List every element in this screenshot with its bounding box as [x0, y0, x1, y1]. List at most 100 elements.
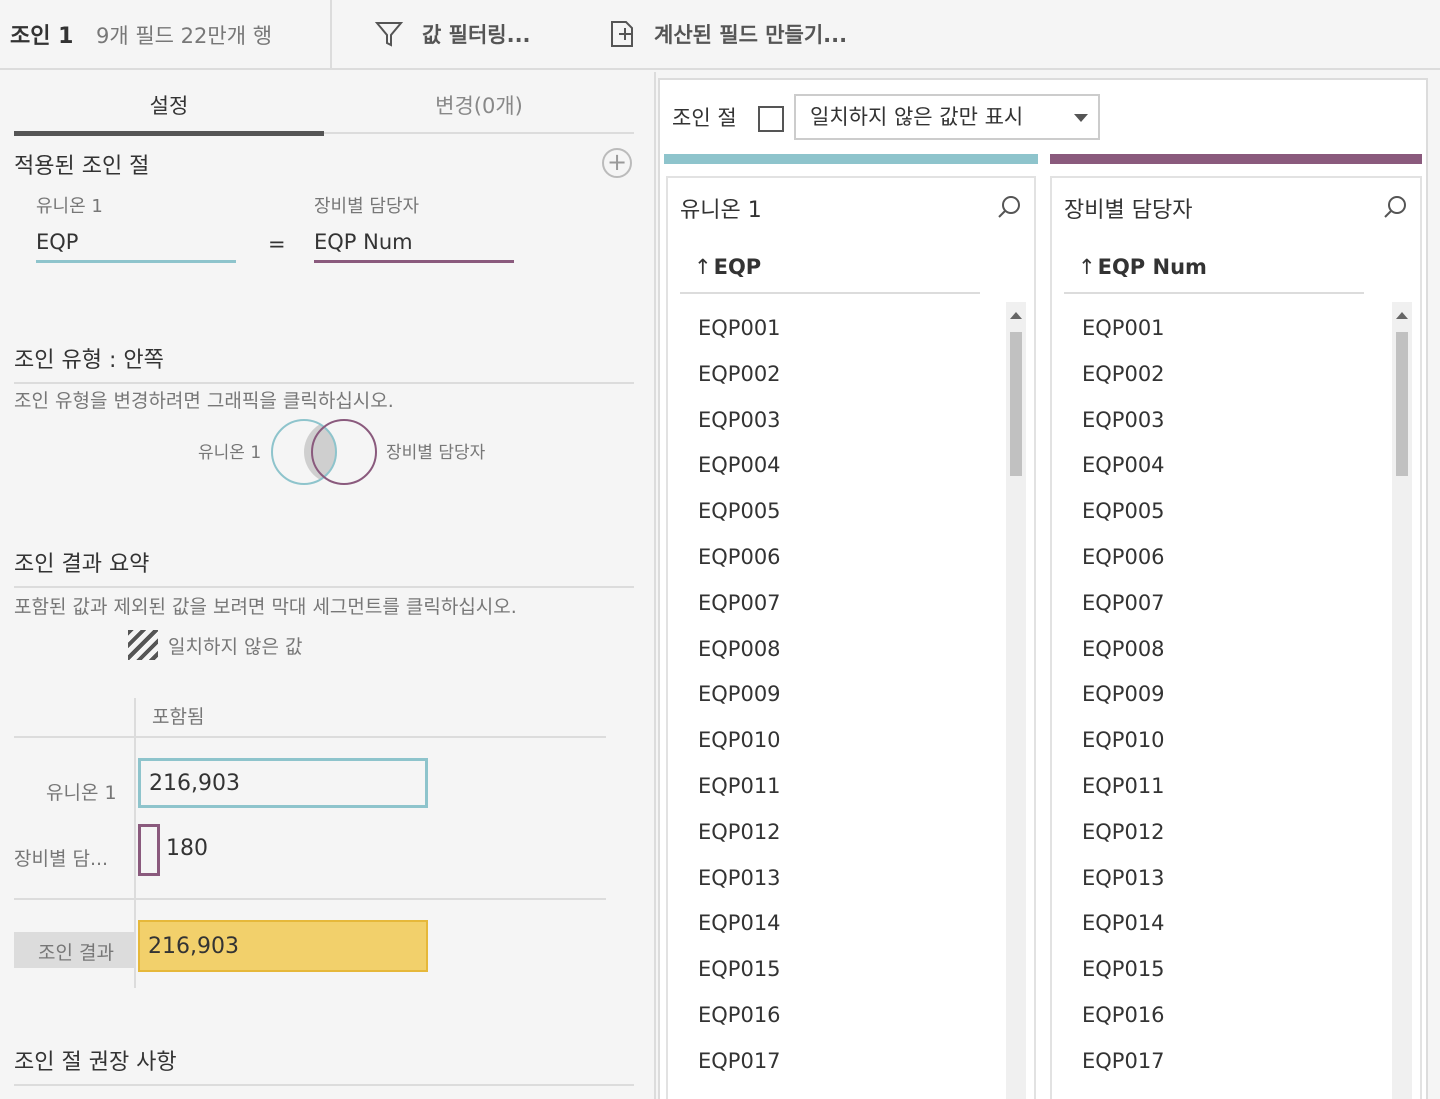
right-source-color-bar: [1050, 154, 1422, 164]
union-included-bar[interactable]: 216,903: [138, 758, 428, 808]
toolbar: 조인 1 9개 필드 22만개 행 값 필터링... 계산된 필드 만들기...: [0, 0, 1440, 70]
right-values-title: 장비별 담당자: [1064, 198, 1193, 223]
summary-axis-line: [134, 698, 136, 988]
value-list-item[interactable]: EQP009: [1082, 672, 1362, 718]
calculated-field-icon: [611, 21, 633, 47]
value-list-item[interactable]: EQP001: [1082, 306, 1362, 352]
filter-values-button[interactable]: 값 필터링...: [374, 16, 531, 52]
left-values-title: 유니온 1: [680, 198, 762, 223]
summary-row-label-union: 유니온 1: [46, 782, 117, 804]
right-join-field[interactable]: EQP Num: [314, 230, 514, 263]
add-join-clause-button[interactable]: +: [602, 148, 632, 178]
create-calculated-field-button[interactable]: 계산된 필드 만들기...: [608, 16, 847, 52]
value-list-item[interactable]: EQP004: [1082, 443, 1362, 489]
create-calculated-field-label: 계산된 필드 만들기...: [654, 23, 848, 47]
equipment-included-value: 180: [166, 836, 208, 861]
left-values-list: EQP001 EQP002 EQP003 EQP004 EQP005 EQP006 EQP0…: [698, 306, 978, 1085]
value-list-item[interactable]: EQP004: [698, 443, 978, 489]
join-type-venn-diagram[interactable]: [268, 416, 380, 488]
value-list-item[interactable]: EQP008: [1082, 627, 1362, 673]
value-list-item[interactable]: EQP017: [1082, 1039, 1362, 1085]
value-list-item[interactable]: EQP011: [698, 764, 978, 810]
right-field-name: EQP Num: [1097, 255, 1207, 279]
search-icon[interactable]: [996, 194, 1022, 220]
applied-join-clause-heading: 적용된 조인 절: [14, 154, 150, 179]
join-summary-hint: 포함된 값과 제외된 값을 보려면 막대 세그먼트를 클릭하십시오.: [14, 596, 517, 618]
unmatched-hatch-icon: [128, 630, 158, 660]
unmatched-legend-label: 일치하지 않은 값: [168, 636, 303, 658]
value-list-item[interactable]: EQP012: [698, 810, 978, 856]
right-values-scrollbar[interactable]: [1392, 302, 1412, 1099]
right-field-header[interactable]: ↑EQP Num: [1064, 250, 1364, 294]
equipment-included-bar[interactable]: [138, 824, 160, 876]
value-list-item[interactable]: EQP006: [698, 535, 978, 581]
scroll-up-icon: [1396, 312, 1408, 319]
value-list-item[interactable]: EQP013: [1082, 856, 1362, 902]
value-list-item[interactable]: EQP011: [1082, 764, 1362, 810]
value-list-item[interactable]: EQP002: [698, 352, 978, 398]
value-list-item[interactable]: EQP015: [698, 947, 978, 993]
value-list-item[interactable]: EQP012: [1082, 810, 1362, 856]
filter-icon: [374, 22, 404, 47]
value-list-item[interactable]: EQP016: [698, 993, 978, 1039]
value-list-item[interactable]: EQP015: [1082, 947, 1362, 993]
join-type-hint: 조인 유형을 변경하려면 그래픽을 클릭하십시오.: [14, 390, 394, 412]
join-result-label: 조인 결과: [38, 942, 114, 964]
sort-ascending-icon: ↑: [1078, 255, 1096, 279]
chevron-down-icon: [1074, 114, 1088, 122]
value-list-item[interactable]: EQP006: [1082, 535, 1362, 581]
join-result-value: 216,903: [148, 933, 239, 959]
left-join-field[interactable]: EQP: [36, 230, 236, 263]
left-field-header[interactable]: ↑EQP: [680, 250, 980, 294]
value-list-item[interactable]: EQP009: [698, 672, 978, 718]
flow-step-title: 조인 1: [10, 24, 74, 49]
value-list-item[interactable]: EQP001: [698, 306, 978, 352]
clause-recommendation-heading: 조인 절 권장 사항: [14, 1044, 634, 1086]
venn-left-label: 유니온 1: [198, 443, 262, 463]
tab-changes[interactable]: 변경(0개): [324, 78, 634, 134]
value-list-item[interactable]: EQP017: [698, 1039, 978, 1085]
value-list-item[interactable]: EQP003: [698, 398, 978, 444]
summary-row-label-equipment: 장비별 담...: [14, 848, 109, 870]
field-row-count: 9개 필드 22만개 행: [96, 24, 273, 48]
left-source-label: 유니온 1: [36, 196, 103, 217]
left-field-name: EQP: [713, 255, 762, 279]
value-list-item[interactable]: EQP003: [1082, 398, 1362, 444]
scrollbar-thumb[interactable]: [1010, 332, 1022, 476]
scroll-up-icon: [1010, 312, 1022, 319]
join-result-bar[interactable]: 216,903: [138, 920, 428, 972]
value-list-item[interactable]: EQP007: [1082, 581, 1362, 627]
join-clause-checkbox[interactable]: [758, 106, 784, 132]
join-summary-heading: 조인 결과 요약: [14, 546, 634, 588]
value-list-item[interactable]: EQP013: [698, 856, 978, 902]
summary-result-line: [14, 898, 606, 900]
join-operator[interactable]: =: [268, 232, 286, 256]
scrollbar-thumb[interactable]: [1396, 332, 1408, 476]
value-list-item[interactable]: EQP010: [1082, 718, 1362, 764]
join-type-heading: 조인 유형 : 안쪽: [14, 342, 634, 384]
search-icon[interactable]: [1382, 194, 1408, 220]
tab-settings[interactable]: 설정: [14, 78, 324, 136]
right-values-column: 장비별 담당자 ↑EQP Num EQP001 EQP002 EQP003 EQP00…: [1050, 176, 1422, 1099]
value-list-item[interactable]: EQP014: [698, 901, 978, 947]
left-values-scrollbar[interactable]: [1006, 302, 1026, 1099]
summary-header-line: [14, 736, 606, 738]
value-list-item[interactable]: EQP016: [1082, 993, 1362, 1039]
show-values-dropdown[interactable]: 일치하지 않은 값만 표시: [794, 94, 1100, 140]
join-clause-label: 조인 절: [672, 106, 737, 130]
right-values-list: EQP001 EQP002 EQP003 EQP004 EQP005 EQP006 EQP0…: [1082, 306, 1362, 1085]
toolbar-divider: [330, 0, 332, 68]
sort-ascending-icon: ↑: [694, 255, 712, 279]
value-list-item[interactable]: EQP005: [1082, 489, 1362, 535]
union-included-value: 216,903: [149, 770, 240, 796]
left-source-color-bar: [664, 154, 1038, 164]
included-column-header: 포함됨: [152, 706, 205, 728]
plus-icon: +: [606, 148, 628, 176]
value-list-item[interactable]: EQP014: [1082, 901, 1362, 947]
value-list-item[interactable]: EQP008: [698, 627, 978, 673]
value-list-item[interactable]: EQP007: [698, 581, 978, 627]
value-list-item[interactable]: EQP005: [698, 489, 978, 535]
value-list-item[interactable]: EQP002: [1082, 352, 1362, 398]
value-list-item[interactable]: EQP010: [698, 718, 978, 764]
settings-panel: 설정 변경(0개) 적용된 조인 절 + 유니온 1 장비별 담당자 EQP =…: [0, 72, 656, 1099]
